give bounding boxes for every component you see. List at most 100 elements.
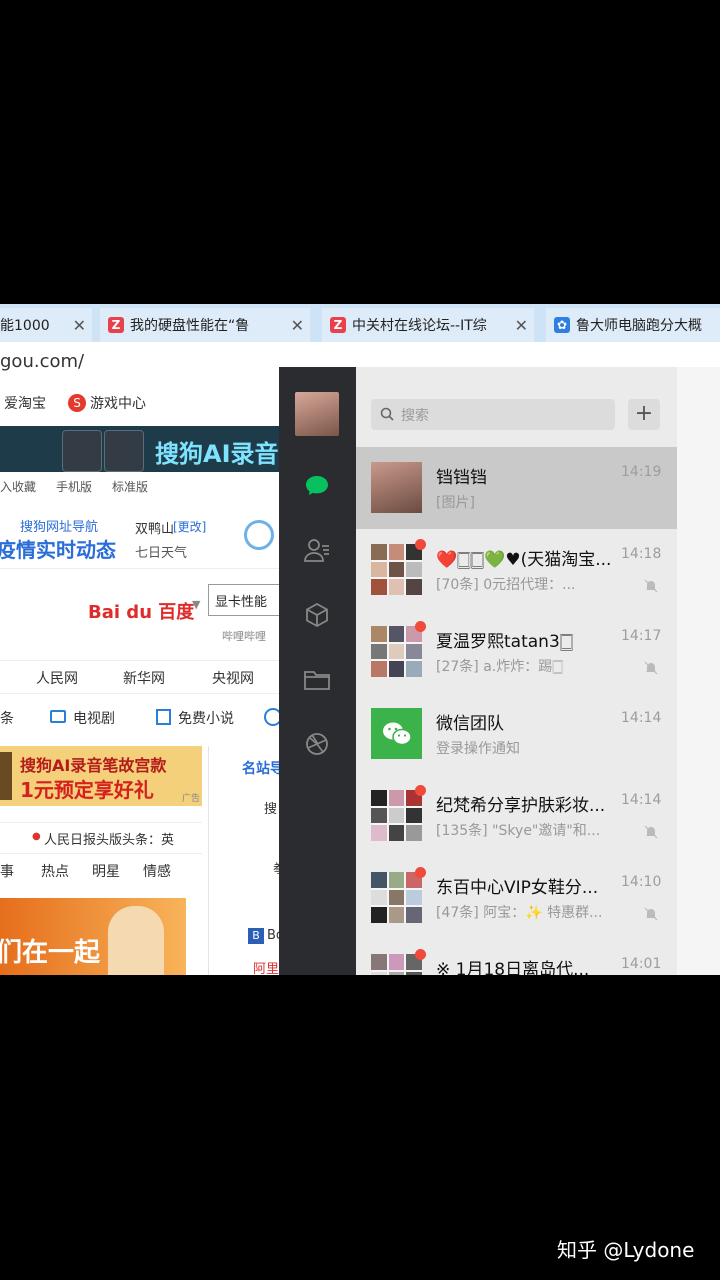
- topic-tab[interactable]: 军事: [0, 861, 14, 881]
- baidu-logo: Bai du 百度: [88, 602, 195, 623]
- mute-bell-icon: [644, 907, 658, 921]
- top-link-games[interactable]: 游戏中心: [90, 393, 146, 413]
- site-link-people[interactable]: 人民网: [36, 668, 78, 688]
- search-value: 显卡性能: [215, 595, 268, 610]
- sun-icon: [244, 520, 274, 550]
- topic-tab[interactable]: 热点: [41, 861, 69, 881]
- close-icon[interactable]: ✕: [515, 316, 528, 335]
- url-text: gou.com/: [0, 351, 85, 372]
- link-favorite[interactable]: 加入收藏: [0, 478, 36, 495]
- weather-label[interactable]: 七日天气: [135, 542, 187, 561]
- ad-line1: 搜狗AI录音笔故宫款: [20, 756, 167, 775]
- category-item[interactable]: 电视剧: [73, 708, 115, 728]
- moments-icon[interactable]: [302, 729, 332, 759]
- chat-icon[interactable]: [302, 471, 332, 501]
- category-item[interactable]: 免费小说: [178, 708, 234, 728]
- recorder-icon: [0, 752, 12, 800]
- cube-icon[interactable]: [302, 600, 332, 630]
- chat-item[interactable]: ※ 1月18日离岛代... 14:01: [356, 939, 677, 975]
- chat-item[interactable]: 纪梵希分享护肤彩妆... [135条] "Skye"邀请"和... 14:14: [356, 775, 677, 857]
- add-button[interactable]: +: [628, 399, 660, 430]
- browser-tab[interactable]: Z 中关村在线论坛--IT综 ✕: [322, 308, 534, 342]
- category-item[interactable]: 条: [0, 708, 14, 728]
- chat-time: 14:19: [621, 464, 662, 480]
- chat-preview: [135条] "Skye"邀请"和...: [436, 823, 601, 839]
- chat-name: ❤️🀆🀆💚♥(天猫淘宝...: [436, 550, 612, 570]
- tab-label: 能1000: [0, 318, 50, 334]
- chevron-down-icon[interactable]: ▼: [192, 598, 200, 611]
- mute-bell-icon: [644, 579, 658, 593]
- group-avatar: [371, 544, 422, 595]
- chat-time: 14:10: [621, 874, 662, 890]
- site-link-cctv[interactable]: 央视网: [212, 668, 254, 688]
- news-headline[interactable]: 疫情实时动态: [0, 534, 116, 563]
- ad-banner[interactable]: 搜狗AI录音: [0, 426, 280, 472]
- chat-item[interactable]: ❤️🀆🀆💚♥(天猫淘宝... [70条] 0元招代理：... 14:18: [356, 529, 677, 611]
- top-link-aitaobao[interactable]: 爱淘宝: [4, 393, 46, 413]
- unread-dot: [415, 867, 426, 878]
- chat-item[interactable]: 夏温罗熙tatan3🀆 [27条] a.炸炸：踢🀆 14:17: [356, 611, 677, 693]
- chat-item[interactable]: 铛铛铛 [图片] 14:19: [356, 447, 677, 529]
- search-icon: [380, 407, 394, 421]
- news-nav-label[interactable]: 搜狗网址导航: [20, 516, 98, 535]
- topic-tab[interactable]: 明星: [92, 861, 120, 881]
- tv-icon: [50, 710, 66, 723]
- tab-label: 我的硬盘性能在“鲁: [130, 318, 250, 334]
- group-avatar: [371, 872, 422, 923]
- baidu-search: Bai du 百度 ▼ 显卡性能 哔哩哔哩: [0, 568, 280, 664]
- ad-tag: 广告: [181, 794, 200, 804]
- weather-change-link[interactable]: [更改]: [173, 518, 206, 535]
- ad-line2: 1元预定享好礼: [20, 778, 154, 802]
- banner-text: 搜狗AI录音: [155, 440, 279, 468]
- contacts-icon[interactable]: [302, 535, 332, 565]
- site-links: 人民网 新华网 央视网: [0, 660, 280, 694]
- search-hint[interactable]: 哔哩哔哩: [222, 628, 266, 644]
- right-tab[interactable]: 名站导: [242, 758, 280, 778]
- browser-tab[interactable]: 能1000 ✕: [0, 308, 92, 342]
- right-item[interactable]: 阿里: [253, 958, 279, 975]
- unread-dot: [415, 949, 426, 960]
- search-placeholder: 搜索: [401, 408, 429, 424]
- browser-tab[interactable]: Z 我的硬盘性能在“鲁 ✕: [100, 308, 310, 342]
- tab-label: 鲁大师电脑跑分大概: [576, 318, 702, 334]
- right-column: 名站导 搜 拳 B Bo 阿里: [208, 746, 280, 975]
- chat-time: 14:14: [621, 710, 662, 726]
- feature-image[interactable]: 们在一起: [0, 898, 186, 975]
- chat-preview: [图片]: [436, 495, 475, 511]
- avatar[interactable]: [295, 392, 339, 436]
- promo-ad[interactable]: 搜狗AI录音笔故宫款 1元预定享好礼 广告: [0, 746, 202, 806]
- browser-tab[interactable]: ✿ 鲁大师电脑跑分大概: [546, 308, 720, 342]
- ticker-text: 人民日报头版头条：英: [44, 833, 175, 848]
- close-icon[interactable]: ✕: [73, 316, 86, 335]
- chat-name: 夏温罗熙tatan3🀆: [436, 632, 574, 652]
- book-icon: [156, 709, 171, 725]
- link-mobile[interactable]: 手机版: [56, 478, 92, 495]
- category-links: 条 电视剧 免费小说: [0, 704, 280, 734]
- topic-tabs: 军事 热点 明星 情感: [0, 858, 202, 884]
- browser-tab-strip: 能1000 ✕ Z 我的硬盘性能在“鲁 ✕ Z 中关村在线论坛--IT综 ✕ ✿…: [0, 304, 720, 342]
- headline-ticker[interactable]: ● 人民日报头版头条：英: [0, 822, 202, 854]
- wechat-team-logo-icon: [371, 708, 422, 759]
- image-caption: 们在一起: [0, 938, 101, 968]
- site-link-xinhua[interactable]: 新华网: [123, 668, 165, 688]
- unread-dot: [415, 539, 426, 550]
- chat-name: 铛铛铛: [436, 468, 487, 488]
- chat-time: 14:18: [621, 546, 662, 562]
- search-input[interactable]: 搜索: [371, 399, 615, 430]
- folder-icon[interactable]: [302, 665, 332, 695]
- screen-photo: 能1000 ✕ Z 我的硬盘性能在“鲁 ✕ Z 中关村在线论坛--IT综 ✕ ✿…: [0, 304, 720, 975]
- search-input[interactable]: 显卡性能: [208, 584, 280, 616]
- chat-item[interactable]: 东百中心VIP女鞋分... [47条] 阿宝：✨ 特惠群... 14:10: [356, 857, 677, 939]
- group-avatar: [371, 626, 422, 677]
- recorder-image: [104, 430, 144, 472]
- z-logo-icon: Z: [108, 317, 124, 333]
- web-page: 爱淘宝 S 游戏中心 搜狗AI录音 加入收藏 手机版 标准版 搜狗网址导航 疫情…: [0, 382, 280, 975]
- z-logo-icon: Z: [330, 317, 346, 333]
- topic-tab[interactable]: 情感: [143, 861, 171, 881]
- chat-item[interactable]: 微信团队 登录操作通知 14:14: [356, 693, 677, 775]
- close-icon[interactable]: ✕: [291, 316, 304, 335]
- chat-name: 东百中心VIP女鞋分...: [436, 878, 599, 898]
- weather-city: 双鸭山: [135, 522, 175, 537]
- link-standard[interactable]: 标准版: [112, 478, 148, 495]
- chat-time: 14:17: [621, 628, 662, 644]
